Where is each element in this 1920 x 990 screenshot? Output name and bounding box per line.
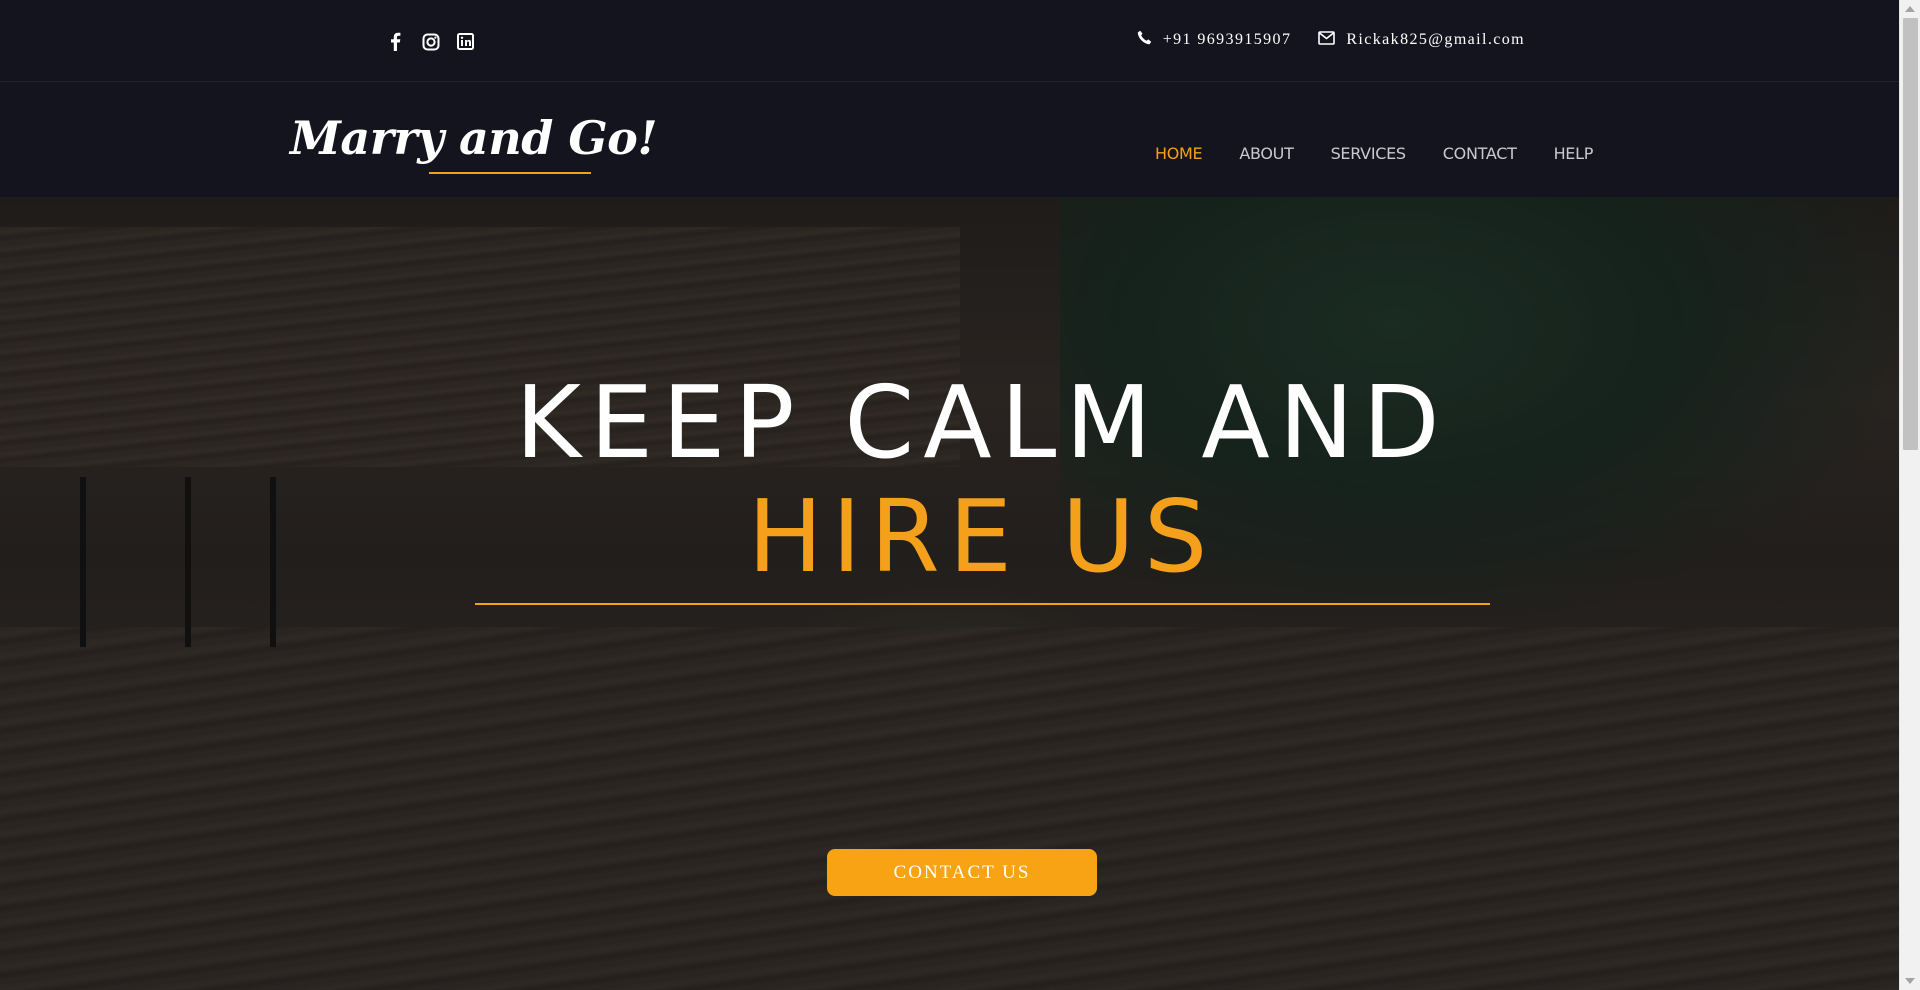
phone-icon [1137,30,1152,50]
nav-services[interactable]: SERVICES [1331,144,1407,163]
instagram-icon[interactable] [420,31,441,52]
scroll-down-icon[interactable] [1905,978,1915,984]
scrollbar-thumb[interactable] [1903,18,1918,450]
email-address: Rickak825@gmail.com [1346,31,1525,48]
top-bar: +91 9693915907 Rickak825@gmail.com [0,0,1899,82]
nav-about[interactable]: ABOUT [1239,144,1294,163]
linkedin-icon[interactable] [455,31,476,52]
page: +91 9693915907 Rickak825@gmail.com Marry… [0,0,1899,990]
nav-home[interactable]: HOME [1155,144,1203,163]
header: Marry and Go! HOME ABOUT SERVICES CONTAC… [0,83,1899,197]
facebook-icon[interactable] [385,31,406,52]
hero-section: KEEP CALM AND HIRE US CONTACT US [0,197,1899,990]
scroll-up-icon[interactable] [1905,6,1915,12]
nav-help[interactable]: HELP [1554,144,1594,163]
hero-headline-line2: HIRE US [747,478,1217,595]
contact-us-button[interactable]: CONTACT US [827,849,1097,896]
scrollbar[interactable] [1899,0,1920,990]
hero-divider [475,603,1490,605]
nav-contact[interactable]: CONTACT [1443,144,1517,163]
phone-contact[interactable]: +91 9693915907 [1137,30,1292,50]
email-contact[interactable]: Rickak825@gmail.com [1318,30,1525,50]
site-logo[interactable]: Marry and Go! [290,111,658,165]
hero-headline-line1: KEEP CALM AND [515,364,1449,481]
logo-underline [429,172,591,174]
mail-icon [1318,30,1336,50]
main-nav: HOME ABOUT SERVICES CONTACT HELP [1155,144,1630,163]
social-links [385,31,476,52]
phone-number: +91 9693915907 [1162,31,1292,48]
contact-info: +91 9693915907 Rickak825@gmail.com [1137,30,1525,50]
